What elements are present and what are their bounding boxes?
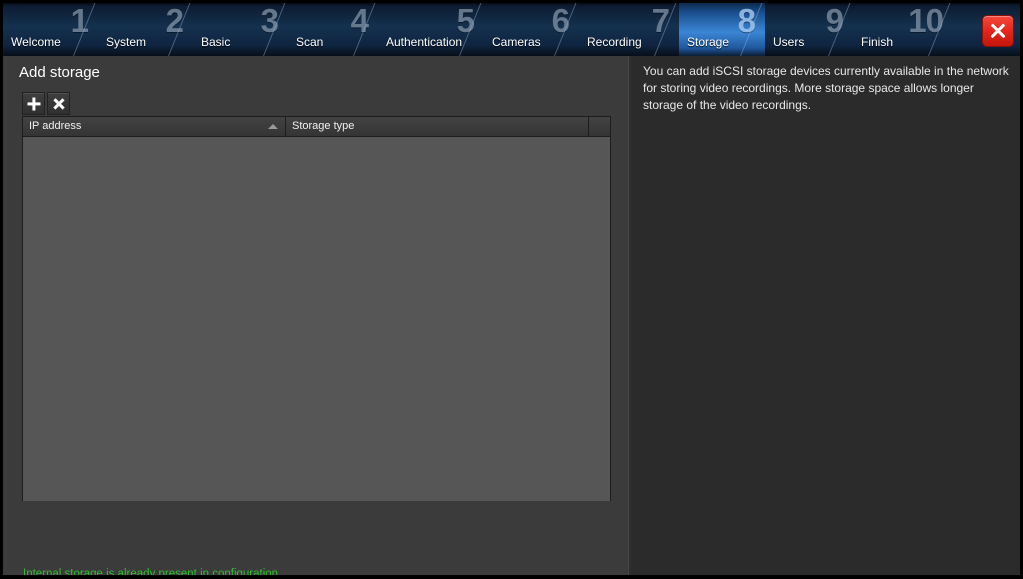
- wizard-step-chevron-icon: [263, 3, 288, 56]
- wizard-step-storage[interactable]: 8 Storage: [679, 3, 765, 56]
- status-message: Internal storage is already present in c…: [23, 568, 282, 575]
- wizard-step-chevron-icon: [459, 3, 484, 56]
- wizard-step-chevron-icon: [654, 3, 679, 56]
- wizard-step-chevron-icon: [73, 3, 98, 56]
- help-text: You can add iSCSI storage devices curren…: [643, 64, 1009, 112]
- wizard-step-scan[interactable]: 4 Scan: [288, 3, 378, 56]
- wizard-step-chevron-icon: [353, 3, 378, 56]
- page-title: Add storage: [19, 64, 100, 81]
- storage-table: IP address Storage type: [22, 116, 611, 501]
- help-pane: You can add iSCSI storage devices curren…: [631, 56, 1020, 575]
- wizard-step-basic[interactable]: 3 Basic: [193, 3, 288, 56]
- wizard-step-label: Finish: [861, 35, 894, 49]
- remove-storage-button[interactable]: [47, 92, 70, 115]
- column-header-spacer[interactable]: [589, 117, 610, 136]
- table-toolbar: [22, 92, 70, 115]
- wizard-step-label: System: [106, 35, 147, 49]
- column-header-storage-type[interactable]: Storage type: [286, 117, 589, 136]
- wizard-step-label: Recording: [587, 35, 642, 49]
- add-storage-button[interactable]: [22, 92, 45, 115]
- wizard-step-recording[interactable]: 7 Recording: [579, 3, 679, 56]
- wizard-step-bar: 1 Welcome 2 System 3 Basic 4 Scan 5 Authenticatio…: [3, 3, 1020, 56]
- left-pane: Add storage IP address Storage type Inte…: [3, 56, 628, 575]
- wizard-step-chevron-icon: [740, 3, 765, 56]
- wizard-step-authentication[interactable]: 5 Authentication: [378, 3, 484, 56]
- plus-icon-stroke: [31, 97, 36, 110]
- wizard-step-chevron-icon: [928, 3, 953, 56]
- sort-ascending-icon: [268, 124, 278, 129]
- wizard-step-welcome[interactable]: 1 Welcome: [3, 3, 98, 56]
- column-header-ip-address[interactable]: IP address: [23, 117, 286, 136]
- close-button[interactable]: [982, 15, 1014, 47]
- column-header-storage-type-label: Storage type: [292, 120, 355, 132]
- application-window: 1 Welcome 2 System 3 Basic 4 Scan 5 Authenticatio…: [0, 0, 1023, 579]
- wizard-step-label: Authentication: [386, 35, 463, 49]
- wizard-window: 1 Welcome 2 System 3 Basic 4 Scan 5 Authenticatio…: [3, 3, 1020, 575]
- wizard-step-label: Storage: [687, 35, 730, 49]
- wizard-content: Add storage IP address Storage type Inte…: [3, 56, 1020, 575]
- wizard-step-chevron-icon: [828, 3, 853, 56]
- wizard-step-label: Welcome: [11, 35, 61, 49]
- table-body: [23, 137, 610, 501]
- wizard-step-users[interactable]: 9 Users: [765, 3, 853, 56]
- column-header-ip-address-label: IP address: [29, 120, 82, 132]
- wizard-step-cameras[interactable]: 6 Cameras: [484, 3, 579, 56]
- wizard-step-system[interactable]: 2 System: [98, 3, 193, 56]
- wizard-step-label: Scan: [296, 35, 324, 49]
- table-header-row: IP address Storage type: [23, 117, 610, 137]
- wizard-step-chevron-icon: [554, 3, 579, 56]
- wizard-step-finish[interactable]: 10 Finish: [853, 3, 953, 56]
- wizard-step-label: Users: [773, 35, 805, 49]
- wizard-step-label: Basic: [201, 35, 231, 49]
- wizard-step-chevron-icon: [168, 3, 193, 56]
- wizard-step-label: Cameras: [492, 35, 541, 49]
